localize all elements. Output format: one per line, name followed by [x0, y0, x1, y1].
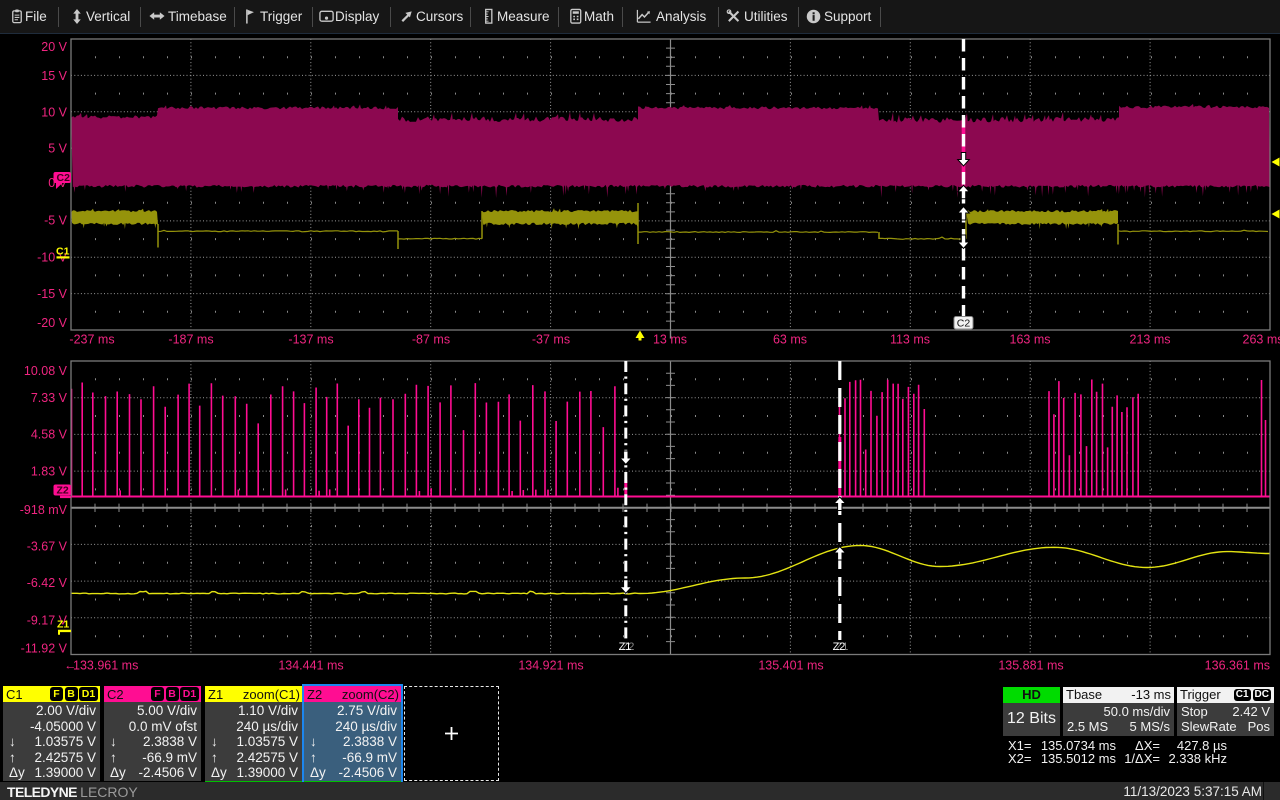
svg-text:Z1: Z1	[619, 641, 632, 653]
svg-text:135.401 ms: 135.401 ms	[758, 659, 823, 673]
svg-text:-20 V: -20 V	[37, 316, 68, 330]
svg-text:-6.42 V: -6.42 V	[27, 576, 68, 590]
svg-text:134.441 ms: 134.441 ms	[278, 659, 343, 673]
svg-text:-15 V: -15 V	[37, 287, 68, 301]
svg-text:Z2: Z2	[833, 641, 846, 653]
svg-text:63 ms: 63 ms	[773, 333, 807, 347]
svg-text:-187 ms: -187 ms	[168, 333, 213, 347]
svg-text:13 ms: 13 ms	[653, 333, 687, 347]
svg-text:113 ms: 113 ms	[890, 333, 930, 347]
svg-text:C2: C2	[957, 318, 971, 330]
svg-text:-918 mV: -918 mV	[20, 503, 68, 517]
svg-text:133.961 ms: 133.961 ms	[73, 659, 138, 673]
svg-text:15 V: 15 V	[41, 69, 67, 83]
svg-text:163 ms: 163 ms	[1010, 333, 1051, 347]
svg-text:-87 ms: -87 ms	[412, 333, 450, 347]
svg-text:10 V: 10 V	[41, 105, 67, 119]
svg-text:4.58 V: 4.58 V	[31, 428, 68, 442]
svg-text:135.881 ms: 135.881 ms	[998, 659, 1063, 673]
svg-text:-3.67 V: -3.67 V	[27, 539, 68, 553]
svg-text:263 ms: 263 ms	[1243, 333, 1280, 347]
svg-text:Z2: Z2	[57, 485, 69, 497]
svg-text:Z1: Z1	[57, 619, 69, 631]
svg-text:10.08 V: 10.08 V	[24, 364, 68, 378]
svg-text:5 V: 5 V	[48, 142, 67, 156]
svg-text:C1: C1	[56, 246, 70, 258]
svg-text:136.361 ms: 136.361 ms	[1205, 659, 1270, 673]
svg-text:-11.92 V: -11.92 V	[21, 642, 68, 656]
svg-text:C2: C2	[57, 172, 71, 184]
svg-text:-37 ms: -37 ms	[532, 333, 570, 347]
svg-text:20 V: 20 V	[41, 40, 67, 54]
svg-text:213 ms: 213 ms	[1130, 333, 1171, 347]
svg-text:-5 V: -5 V	[44, 213, 68, 227]
svg-text:-237 ms: -237 ms	[69, 333, 114, 347]
svg-text:1.83 V: 1.83 V	[31, 464, 68, 478]
svg-text:-137 ms: -137 ms	[288, 333, 333, 347]
svg-text:7.33 V: 7.33 V	[31, 391, 68, 405]
svg-text:134.921 ms: 134.921 ms	[518, 659, 583, 673]
